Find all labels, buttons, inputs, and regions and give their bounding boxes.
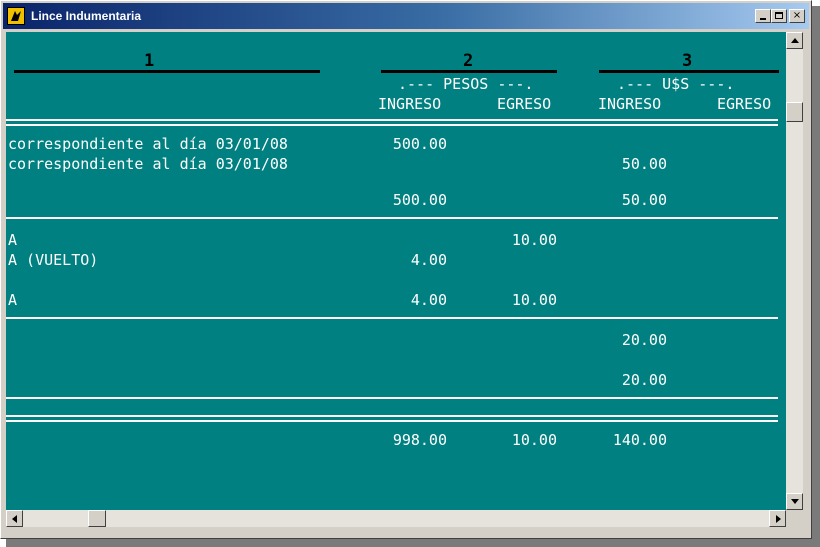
column-number-3: 3 bbox=[682, 51, 693, 71]
scroll-left-button[interactable] bbox=[6, 510, 23, 527]
maximize-icon bbox=[775, 12, 783, 19]
window-title: Lince Indumentaria bbox=[31, 9, 142, 23]
header-separator-top bbox=[6, 119, 778, 121]
minimize-button[interactable] bbox=[755, 9, 771, 23]
row-ingreso-usd: 50.00 bbox=[621, 155, 667, 173]
section-separator bbox=[6, 317, 778, 319]
arrow-down-icon bbox=[791, 499, 799, 504]
section-separator bbox=[6, 217, 778, 219]
row-ingreso-pesos: 500.00 bbox=[392, 135, 447, 153]
minimize-icon bbox=[760, 18, 766, 20]
scroll-up-button[interactable] bbox=[786, 32, 803, 49]
subtotal-ingreso-usd: 50.00 bbox=[621, 191, 667, 209]
vertical-scrollbar[interactable] bbox=[786, 32, 803, 510]
subtotal-description: A bbox=[8, 291, 18, 309]
totals-separator-bottom bbox=[6, 420, 778, 422]
pesos-group-label: .--- PESOS ---. bbox=[398, 75, 534, 93]
row-ingreso-usd: 20.00 bbox=[621, 331, 667, 349]
header-rule-2 bbox=[381, 70, 557, 73]
section-separator bbox=[6, 397, 778, 399]
subtotal-ingreso-pesos: 4.00 bbox=[410, 291, 447, 309]
header-separator-bottom bbox=[6, 124, 778, 126]
column-number-1: 1 bbox=[144, 51, 155, 71]
header-ingreso-pesos: INGRESO bbox=[378, 95, 442, 113]
total-ingreso-pesos: 998.00 bbox=[392, 431, 447, 449]
report-view: 1 2 3 .--- PESOS ---. .--- U$S ---. INGR… bbox=[6, 32, 786, 510]
header-egreso-usd: EGRESO bbox=[717, 95, 772, 113]
subtotal-ingreso-usd: 20.00 bbox=[621, 371, 667, 389]
arrow-up-icon bbox=[791, 38, 799, 43]
subtotal-egreso-pesos: 10.00 bbox=[511, 291, 557, 309]
window-shadow-bottom bbox=[6, 539, 820, 547]
total-ingreso-usd: 140.00 bbox=[612, 431, 667, 449]
row-description: correspondiente al día 03/01/08 bbox=[8, 135, 288, 153]
arrow-left-icon bbox=[12, 515, 17, 523]
close-button[interactable]: × bbox=[789, 9, 805, 23]
row-description: correspondiente al día 03/01/08 bbox=[8, 155, 288, 173]
row-egreso-pesos: 10.00 bbox=[511, 231, 557, 249]
row-description: A (VUELTO) bbox=[8, 251, 99, 269]
vertical-scroll-thumb[interactable] bbox=[786, 102, 803, 122]
header-rule-1 bbox=[14, 70, 320, 73]
totals-separator-top bbox=[6, 415, 778, 417]
subtotal-ingreso-pesos: 500.00 bbox=[392, 191, 447, 209]
header-rule-3 bbox=[599, 70, 779, 73]
row-ingreso-pesos: 4.00 bbox=[410, 251, 447, 269]
scrollbar-corner bbox=[786, 510, 803, 527]
horizontal-scroll-thumb[interactable] bbox=[88, 510, 106, 527]
row-description: A bbox=[8, 231, 18, 249]
header-egreso-pesos: EGRESO bbox=[497, 95, 552, 113]
window-shadow-right bbox=[812, 6, 820, 547]
app-logo-icon[interactable] bbox=[7, 7, 25, 25]
scroll-down-button[interactable] bbox=[786, 493, 803, 510]
scroll-right-button[interactable] bbox=[769, 510, 786, 527]
arrow-right-icon bbox=[776, 515, 781, 523]
maximize-button[interactable] bbox=[771, 9, 787, 23]
total-egreso-pesos: 10.00 bbox=[511, 431, 557, 449]
column-number-2: 2 bbox=[463, 51, 474, 71]
usd-group-label: .--- U$S ---. bbox=[617, 75, 735, 93]
header-ingreso-usd: INGRESO bbox=[598, 95, 662, 113]
horizontal-scrollbar[interactable] bbox=[6, 510, 786, 527]
title-bar[interactable]: Lince Indumentaria × bbox=[3, 3, 809, 29]
